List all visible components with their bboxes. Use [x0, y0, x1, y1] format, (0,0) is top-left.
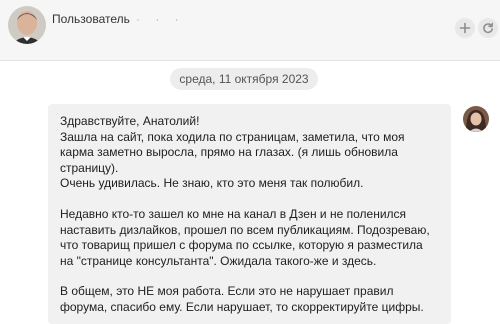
refresh-button[interactable]	[478, 18, 498, 38]
date-separator: среда, 11 октября 2023	[170, 68, 318, 90]
message-bubble[interactable]: Здравствуйте, Анатолий! Зашла на сайт, п…	[48, 104, 451, 324]
sender-avatar[interactable]	[463, 106, 489, 132]
message-paragraph-2: Недавно кто-то зашел ко мне на канал в Д…	[60, 206, 430, 268]
user-status-dots: · · ·	[136, 12, 185, 26]
message-paragraph-3: В общем, это НЕ моя работа. Если это не …	[60, 284, 424, 314]
chat-header: Пользователь · · ·	[0, 0, 500, 61]
refresh-icon	[483, 22, 494, 34]
add-button[interactable]	[455, 18, 475, 38]
chat-area: среда, 11 октября 2023 Здравствуйте, Ана…	[0, 61, 500, 324]
user-name[interactable]: Пользователь	[52, 12, 130, 26]
plus-icon	[459, 22, 471, 34]
message-paragraph-1: Здравствуйте, Анатолий! Зашла на сайт, п…	[60, 114, 405, 191]
user-avatar[interactable]	[8, 6, 46, 44]
